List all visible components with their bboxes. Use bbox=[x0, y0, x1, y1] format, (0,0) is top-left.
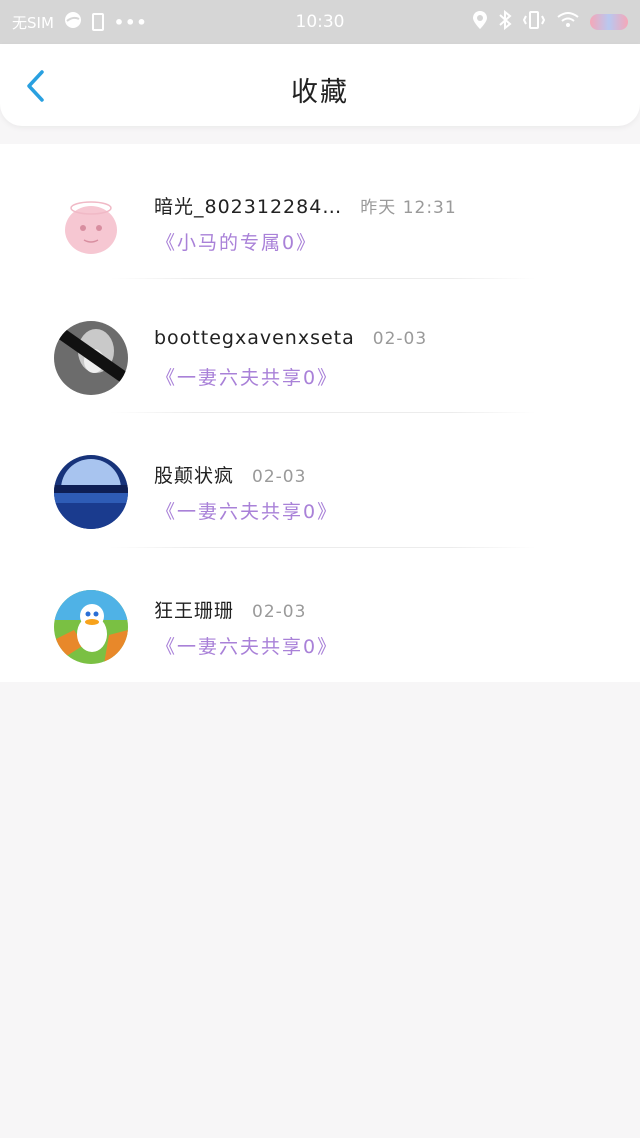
more-notifications-icon: ••• bbox=[113, 12, 148, 32]
bluetooth-icon bbox=[498, 9, 512, 34]
status-right bbox=[472, 9, 628, 34]
book-link[interactable]: 《一妻六夫共享0》 bbox=[156, 497, 338, 524]
list-item[interactable]: 暗光_802312284… 昨天 12:31 《小马的专属0》 bbox=[0, 144, 640, 279]
location-icon bbox=[472, 10, 488, 34]
item-header: boottegxavenxseta 02-03 bbox=[154, 327, 427, 349]
timestamp: 02-03 bbox=[252, 467, 307, 487]
header: 收藏 bbox=[0, 44, 640, 126]
timestamp: 昨天 12:31 bbox=[360, 198, 457, 218]
item-header: 暗光_802312284… 昨天 12:31 bbox=[154, 192, 457, 219]
battery-icon bbox=[91, 13, 104, 31]
book-link[interactable]: 《一妻六夫共享0》 bbox=[156, 632, 338, 659]
list-item[interactable]: 股颠状疯 02-03 《一妻六夫共享0》 bbox=[0, 413, 640, 548]
status-left: 无SIM ••• bbox=[12, 11, 148, 33]
carrier-label: 无SIM bbox=[12, 13, 54, 32]
timestamp: 02-03 bbox=[252, 601, 307, 622]
wifi-icon bbox=[556, 11, 580, 33]
avatar[interactable] bbox=[54, 455, 128, 529]
book-link[interactable]: 《小马的专属0》 bbox=[156, 228, 317, 255]
avatar[interactable] bbox=[54, 589, 128, 664]
avatar[interactable] bbox=[54, 186, 128, 260]
user-name[interactable]: 暗光_802312284… bbox=[154, 192, 342, 219]
status-bar: 无SIM ••• 10:30 bbox=[0, 0, 640, 44]
avatar[interactable] bbox=[54, 320, 128, 395]
list-item[interactable]: boottegxavenxseta 02-03 《一妻六夫共享0》 bbox=[0, 279, 640, 413]
page-title: 收藏 bbox=[291, 77, 349, 108]
item-header: 狂王珊珊 02-03 bbox=[154, 596, 306, 623]
moon-icon bbox=[64, 11, 82, 33]
app-badge-icon bbox=[590, 14, 628, 30]
user-name[interactable]: 狂王珊珊 bbox=[154, 596, 234, 623]
timestamp: 02-03 bbox=[372, 328, 428, 349]
favorites-list: 暗光_802312284… 昨天 12:31 《小马的专属0》 boottegx… bbox=[0, 144, 640, 682]
vibrate-icon bbox=[522, 10, 546, 34]
item-header: 股颠状疯 02-03 bbox=[154, 461, 306, 488]
user-name[interactable]: 股颠状疯 bbox=[154, 461, 234, 488]
list-item[interactable]: 狂王珊珊 02-03 《一妻六夫共享0》 bbox=[0, 548, 640, 683]
book-link[interactable]: 《一妻六夫共享0》 bbox=[156, 363, 338, 390]
user-name[interactable]: boottegxavenxseta bbox=[154, 327, 355, 349]
